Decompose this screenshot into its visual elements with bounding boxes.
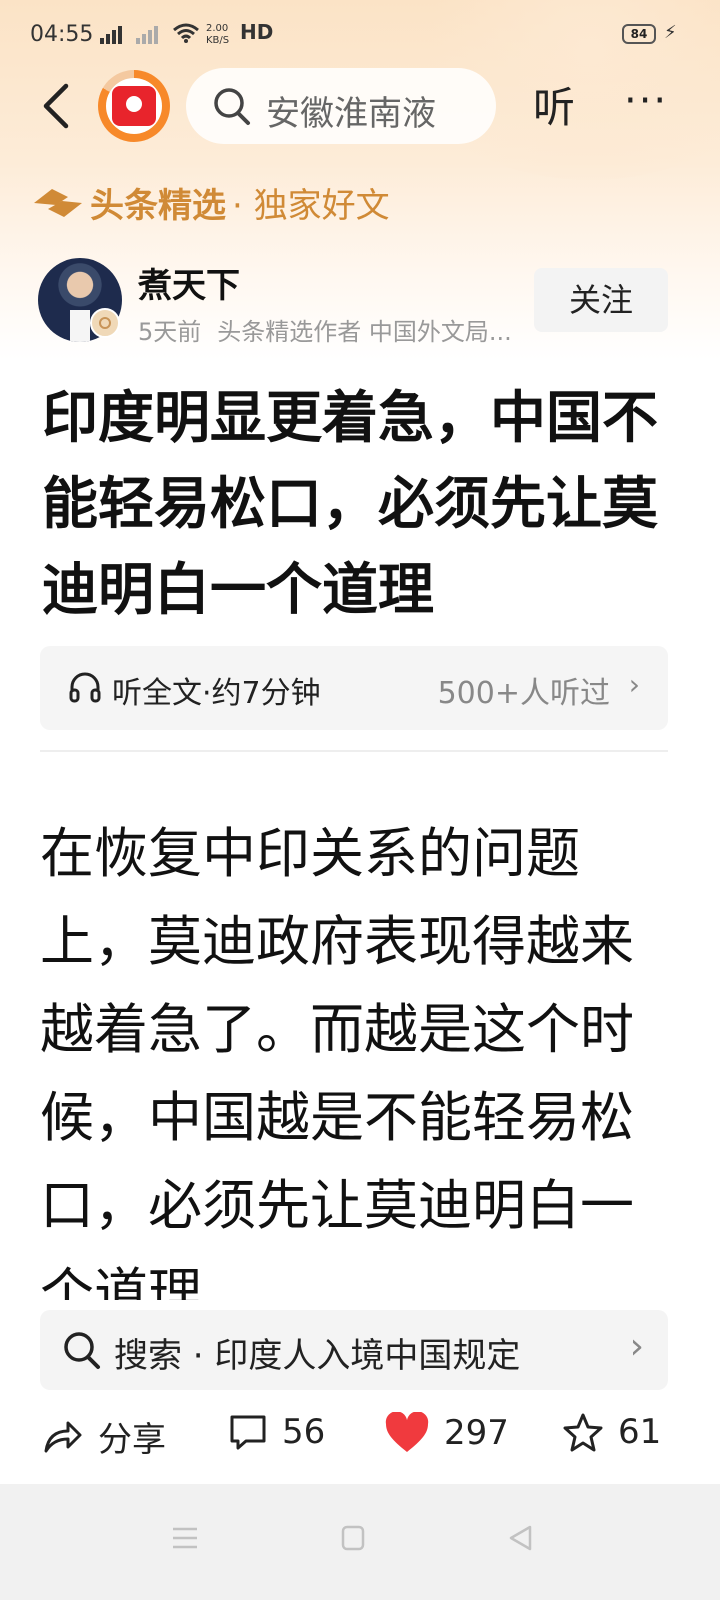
like-button[interactable]: 297: [384, 1412, 509, 1454]
network-speed-value: 2.00: [206, 23, 229, 34]
article-title: 印度明显更着急，中国不能轻易松口，必须先让莫迪明白一个道理: [42, 386, 658, 623]
star-icon: [563, 1413, 603, 1452]
share-label: 分享: [98, 1420, 166, 1460]
related-search[interactable]: 搜索 · 印度人入境中国规定 ›: [40, 1310, 668, 1390]
author-label: 头条精选作者 中国外文局...: [217, 318, 512, 346]
action-bar: 分享 56 297 61: [0, 1404, 720, 1480]
search-bar[interactable]: 安徽淮南液: [186, 68, 496, 144]
like-count: 297: [444, 1413, 509, 1453]
app-logo[interactable]: [98, 70, 170, 142]
search-placeholder: 安徽淮南液: [266, 94, 436, 134]
divider: [40, 750, 668, 752]
heart-icon: [385, 1412, 429, 1452]
signal-icon: [100, 24, 122, 44]
author-meta: 5天前 头条精选作者 中国外文局...: [138, 312, 512, 347]
chevron-right-icon: ›: [628, 668, 640, 701]
menu-icon[interactable]: [170, 1524, 200, 1552]
comment-icon: [230, 1415, 266, 1450]
listen-count: 500+人听过: [437, 676, 610, 711]
listen-full-text-bar[interactable]: 听全文·约7分钟 500+人听过 ›: [40, 646, 668, 730]
share-icon: [44, 1421, 82, 1452]
wifi-icon: [173, 23, 199, 43]
related-search-text: 搜索 · 印度人入境中国规定: [114, 1336, 521, 1376]
share-button[interactable]: 分享: [42, 1412, 166, 1461]
brand-name: 头条精选: [90, 186, 226, 226]
search-icon: [64, 1332, 100, 1369]
status-time: 04:55: [30, 22, 94, 47]
favorite-button[interactable]: 61: [562, 1412, 661, 1452]
battery-icon: 84: [622, 24, 656, 44]
search-icon: [214, 88, 250, 125]
publish-time: 5天前: [138, 318, 202, 346]
listen-button[interactable]: 听: [533, 74, 575, 135]
chevron-right-icon: ›: [629, 1326, 644, 1367]
charging-icon: ⚡: [664, 22, 677, 43]
headphones-icon: [69, 672, 101, 703]
network-speed-unit: KB/S: [206, 35, 230, 46]
system-nav-bar: [0, 1484, 720, 1600]
author-name[interactable]: 煮天下: [138, 258, 240, 307]
follow-button[interactable]: 关注: [534, 268, 668, 332]
brand-banner: 头条精选 · 独家好文: [32, 178, 390, 227]
signal-2-icon: [136, 24, 158, 44]
back-nav-icon[interactable]: [506, 1524, 534, 1552]
brand-logo-icon: [34, 188, 82, 217]
brand-subtitle: · 独家好文: [232, 186, 390, 226]
home-icon[interactable]: [340, 1524, 366, 1552]
status-bar: 04:55 2.00 KB/S HD 84 ⚡: [0, 0, 720, 70]
comment-button[interactable]: 56: [228, 1412, 325, 1452]
article-body: 在恢复中印关系的问题上，莫迪政府表现得越来越着急了。而越是这个时候，中国越是不能…: [40, 822, 634, 1300]
more-button[interactable]: ···: [624, 78, 668, 124]
favorite-count: 61: [618, 1412, 662, 1452]
comment-count: 56: [282, 1412, 326, 1452]
listen-duration: 听全文·约7分钟: [112, 676, 321, 711]
hd-indicator: HD: [240, 20, 274, 44]
back-button[interactable]: [34, 80, 84, 130]
verified-badge-icon: [90, 308, 120, 338]
